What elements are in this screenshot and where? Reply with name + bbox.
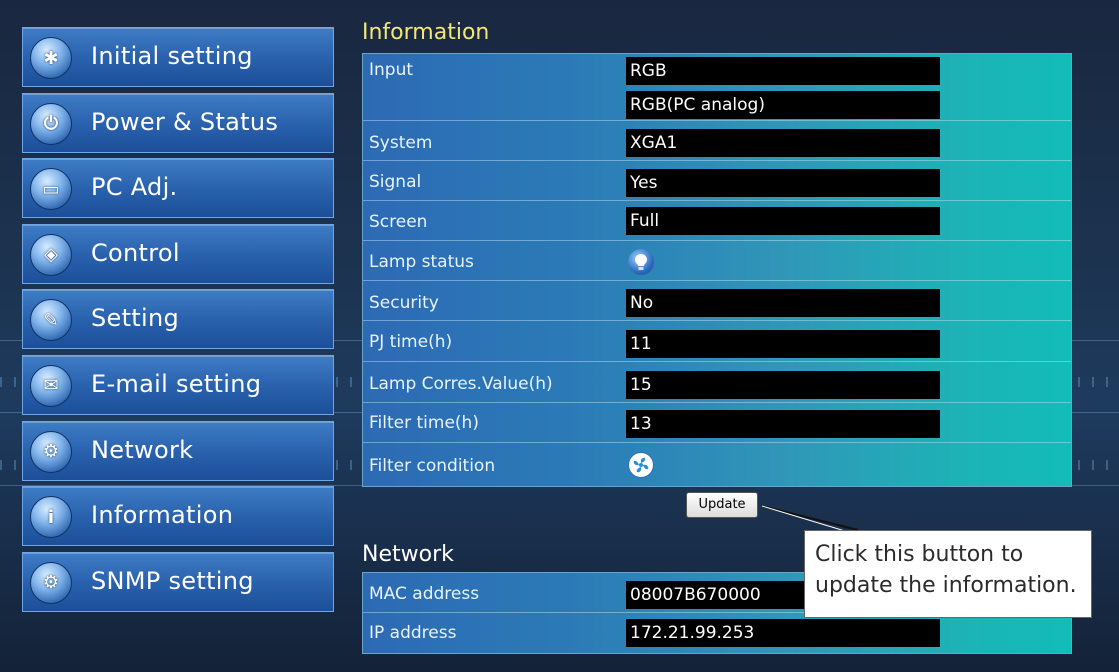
sidebar-item-label: Initial setting	[91, 42, 253, 70]
callout-text-line1: Click this button to	[815, 542, 1024, 567]
info-icon: i	[30, 496, 72, 539]
info-label: Filter time(h)	[369, 413, 479, 433]
info-label: System	[369, 133, 433, 153]
sidebar-item-label: SNMP setting	[91, 566, 254, 595]
info-label: Lamp Corres.Value(h)	[369, 374, 553, 394]
sidebar-item-snmp-setting[interactable]: ⚙ SNMP setting	[22, 551, 334, 612]
network-value: 172.21.99.253	[626, 619, 940, 647]
sidebar-item-information[interactable]: i Information	[22, 486, 334, 547]
sidebar-item-label: Control	[91, 238, 180, 267]
snmp-icon: ⚙	[30, 561, 72, 604]
info-value: 15	[626, 371, 940, 399]
control-icon: ◈	[30, 233, 72, 276]
network-title: Network	[362, 542, 454, 567]
sidebar-item-power-status[interactable]: ⏻ Power & Status	[22, 92, 334, 153]
sidebar-item-initial-setting[interactable]: ✱ Initial setting	[22, 27, 334, 87]
power-icon: ⏻	[30, 102, 72, 145]
info-label: Filter condition	[369, 456, 496, 476]
sidebar-item-email-setting[interactable]: ✉ E-mail setting	[22, 354, 334, 415]
gear-sun-icon: ✱	[30, 37, 72, 79]
callout-box: Click this button to update the informat…	[804, 530, 1092, 618]
info-row-lamp-corres: Lamp Corres.Value(h) 15	[363, 362, 1071, 403]
sidebar-item-pc-adj[interactable]: ▭ PC Adj.	[22, 158, 334, 219]
sidebar-item-label: Network	[91, 435, 194, 464]
monitor-icon: ▭	[30, 168, 72, 211]
info-row-filter-time: Filter time(h) 13	[363, 403, 1071, 443]
network-label: IP address	[369, 623, 457, 643]
info-label: Screen	[369, 212, 428, 232]
info-label: Lamp status	[369, 252, 474, 272]
network-row-ip: IP address 172.21.99.253	[363, 613, 1071, 653]
filter-fan-icon	[628, 452, 654, 478]
information-title: Information	[362, 20, 490, 45]
callout-text-line2: update the information.	[815, 573, 1077, 598]
info-row-lamp-status: Lamp status	[363, 241, 1071, 281]
network-icon: ⚙	[30, 430, 72, 473]
info-value: RGB	[626, 57, 940, 85]
envelope-icon: ✉	[30, 364, 72, 407]
info-value: 13	[626, 410, 940, 438]
info-row-input: Input RGB RGB(PC analog)	[363, 54, 1071, 121]
info-value: Full	[626, 207, 940, 235]
network-label: MAC address	[369, 584, 480, 604]
sidebar-item-label: Setting	[91, 304, 180, 333]
info-value: XGA1	[626, 129, 940, 157]
info-value: Yes	[626, 169, 940, 197]
info-value: No	[626, 289, 940, 317]
info-value: 11	[626, 330, 940, 358]
info-row-signal: Signal Yes	[363, 161, 1071, 201]
sidebar-item-label: PC Adj.	[91, 173, 178, 202]
sidebar-item-label: Power & Status	[91, 107, 279, 136]
info-row-filter-condition: Filter condition	[363, 443, 1071, 486]
sidebar-item-label: E-mail setting	[91, 369, 262, 398]
sidebar-item-network[interactable]: ⚙ Network	[22, 420, 334, 481]
sidebar-item-control[interactable]: ◈ Control	[22, 223, 334, 284]
info-label: PJ time(h)	[369, 332, 453, 352]
information-panel: Input RGB RGB(PC analog) System XGA1 Sig…	[362, 53, 1072, 487]
sidebar-item-setting[interactable]: ✎ Setting	[22, 289, 334, 350]
info-row-system: System XGA1	[363, 121, 1071, 161]
sidebar-nav: ✱ Initial setting ⏻ Power & Status ▭ PC …	[22, 27, 334, 617]
info-row-pj-time: PJ time(h) 11	[363, 321, 1071, 362]
info-label: Input	[369, 60, 414, 80]
lamp-bulb-icon	[628, 249, 654, 275]
info-label: Security	[369, 293, 439, 313]
info-row-screen: Screen Full	[363, 201, 1071, 241]
wrench-icon: ✎	[30, 299, 72, 342]
sidebar-item-label: Information	[91, 501, 234, 530]
update-button[interactable]: Update	[686, 492, 758, 518]
info-value: RGB(PC analog)	[626, 91, 940, 119]
info-row-security: Security No	[363, 281, 1071, 321]
info-label: Signal	[369, 172, 422, 192]
